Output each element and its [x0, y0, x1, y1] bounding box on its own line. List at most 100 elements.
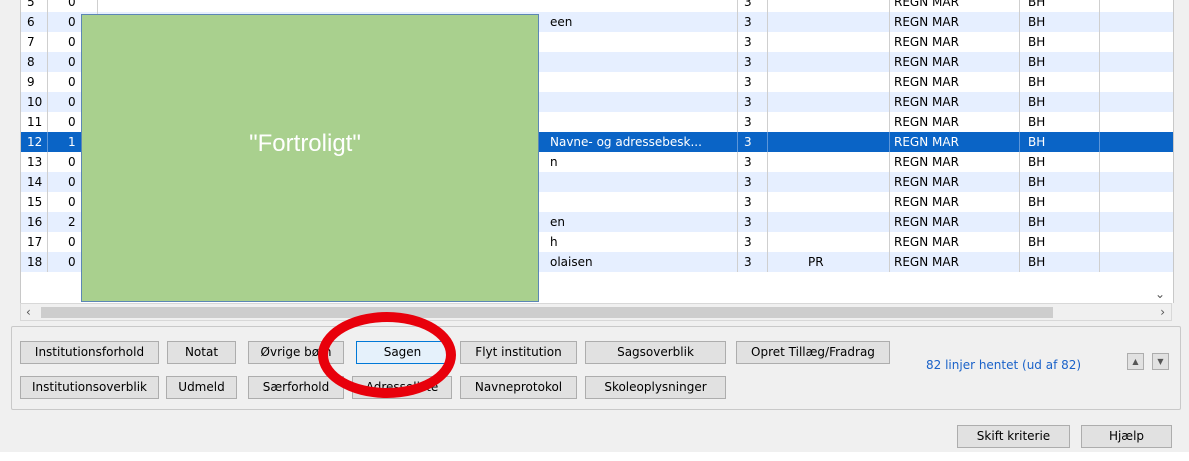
institutionsforhold-button[interactable]: Institutionsforhold — [20, 341, 159, 364]
region-cell: REGN MAR — [890, 132, 1020, 152]
region-cell: REGN MAR — [890, 72, 1020, 92]
row-number-cell: 14 — [21, 172, 48, 192]
status-cell: BH — [1020, 172, 1100, 192]
code-cell: 0 — [48, 0, 98, 12]
name-cell — [98, 0, 738, 12]
adresseliste-button[interactable]: Adresseliste — [352, 376, 452, 399]
type-cell: 3 — [738, 12, 768, 32]
flag-cell: PR — [768, 252, 890, 272]
region-cell: REGN MAR — [890, 252, 1020, 272]
status-cell: BH — [1020, 112, 1100, 132]
status-cell: BH — [1020, 0, 1100, 12]
sagsoverblik-button[interactable]: Sagsoverblik — [585, 341, 726, 364]
region-cell: REGN MAR — [890, 92, 1020, 112]
type-cell: 3 — [738, 92, 768, 112]
extra-cell — [1100, 172, 1173, 192]
status-cell: BH — [1020, 132, 1100, 152]
row-number-cell: 16 — [21, 212, 48, 232]
status-cell: BH — [1020, 72, 1100, 92]
udmeld-button[interactable]: Udmeld — [166, 376, 237, 399]
chevron-left-icon[interactable]: ‹ — [26, 304, 31, 320]
extra-cell — [1100, 72, 1173, 92]
flag-cell — [768, 232, 890, 252]
table-row[interactable]: 5 0 3 REGN MAR BH — [21, 0, 1173, 12]
type-cell: 3 — [738, 32, 768, 52]
row-number-cell: 15 — [21, 192, 48, 212]
flag-cell — [768, 152, 890, 172]
extra-cell — [1100, 32, 1173, 52]
horizontal-scrollbar[interactable]: ‹ › — [20, 303, 1172, 321]
region-cell: REGN MAR — [890, 172, 1020, 192]
flyt-institution-button[interactable]: Flyt institution — [460, 341, 577, 364]
region-cell: REGN MAR — [890, 0, 1020, 12]
extra-cell — [1100, 92, 1173, 112]
name-text: olaisen — [550, 255, 593, 269]
flag-cell — [768, 0, 890, 12]
extra-cell — [1100, 152, 1173, 172]
flag-cell — [768, 72, 890, 92]
region-cell: REGN MAR — [890, 32, 1020, 52]
sagen-button[interactable]: Sagen — [356, 341, 449, 364]
region-cell: REGN MAR — [890, 152, 1020, 172]
saerforhold-button[interactable]: Særforhold — [248, 376, 344, 399]
type-cell: 3 — [738, 152, 768, 172]
type-cell: 3 — [738, 112, 768, 132]
extra-cell — [1100, 52, 1173, 72]
row-number-cell: 17 — [21, 232, 48, 252]
region-cell: REGN MAR — [890, 212, 1020, 232]
row-number-cell: 10 — [21, 92, 48, 112]
navneprotokol-button[interactable]: Navneprotokol — [460, 376, 577, 399]
extra-cell — [1100, 192, 1173, 212]
status-cell: BH — [1020, 32, 1100, 52]
opret-tillaeg-fradrag-button[interactable]: Opret Tillæg/Fradrag — [736, 341, 890, 364]
extra-cell — [1100, 112, 1173, 132]
scrollbar-thumb[interactable] — [41, 307, 1053, 318]
type-cell: 3 — [738, 132, 768, 152]
institutionsoverblik-button[interactable]: Institutionsoverblik — [20, 376, 159, 399]
flag-cell — [768, 112, 890, 132]
scroll-bottom-icon[interactable]: ▼ — [1152, 353, 1169, 370]
flag-cell — [768, 172, 890, 192]
region-cell: REGN MAR — [890, 192, 1020, 212]
type-cell: 3 — [738, 212, 768, 232]
name-text: Navne- og adressebesk... — [550, 135, 702, 149]
extra-cell — [1100, 252, 1173, 272]
skift-kriterie-button[interactable]: Skift kriterie — [957, 425, 1070, 448]
flag-cell — [768, 212, 890, 232]
status-cell: BH — [1020, 12, 1100, 32]
status-cell: BH — [1020, 212, 1100, 232]
notat-button[interactable]: Notat — [167, 341, 236, 364]
chevron-down-icon[interactable]: ⌄ — [1155, 287, 1165, 301]
status-cell: BH — [1020, 52, 1100, 72]
row-number-cell: 11 — [21, 112, 48, 132]
status-cell: BH — [1020, 192, 1100, 212]
status-cell: BH — [1020, 252, 1100, 272]
type-cell: 3 — [738, 0, 768, 12]
type-cell: 3 — [738, 232, 768, 252]
oevrige-boern-button[interactable]: Øvrige børn — [248, 341, 344, 364]
extra-cell — [1100, 12, 1173, 32]
status-cell: BH — [1020, 232, 1100, 252]
row-number-cell: 7 — [21, 32, 48, 52]
confidential-overlay: "Fortroligt" — [81, 14, 539, 302]
flag-cell — [768, 192, 890, 212]
row-number-cell: 9 — [21, 72, 48, 92]
type-cell: 3 — [738, 172, 768, 192]
row-number-cell: 6 — [21, 12, 48, 32]
region-cell: REGN MAR — [890, 112, 1020, 132]
region-cell: REGN MAR — [890, 12, 1020, 32]
skoleoplysninger-button[interactable]: Skoleoplysninger — [585, 376, 726, 399]
confidential-label: "Fortroligt" — [249, 130, 361, 157]
extra-cell — [1100, 132, 1173, 152]
scroll-top-icon[interactable]: ▲ — [1127, 353, 1144, 370]
row-number-cell: 5 — [21, 0, 48, 12]
extra-cell — [1100, 232, 1173, 252]
name-text: en — [550, 215, 565, 229]
row-number-cell: 13 — [21, 152, 48, 172]
type-cell: 3 — [738, 192, 768, 212]
status-cell: BH — [1020, 152, 1100, 172]
row-number-cell: 8 — [21, 52, 48, 72]
chevron-right-icon[interactable]: › — [1160, 304, 1165, 320]
hjaelp-button[interactable]: Hjælp — [1081, 425, 1172, 448]
status-cell: BH — [1020, 92, 1100, 112]
